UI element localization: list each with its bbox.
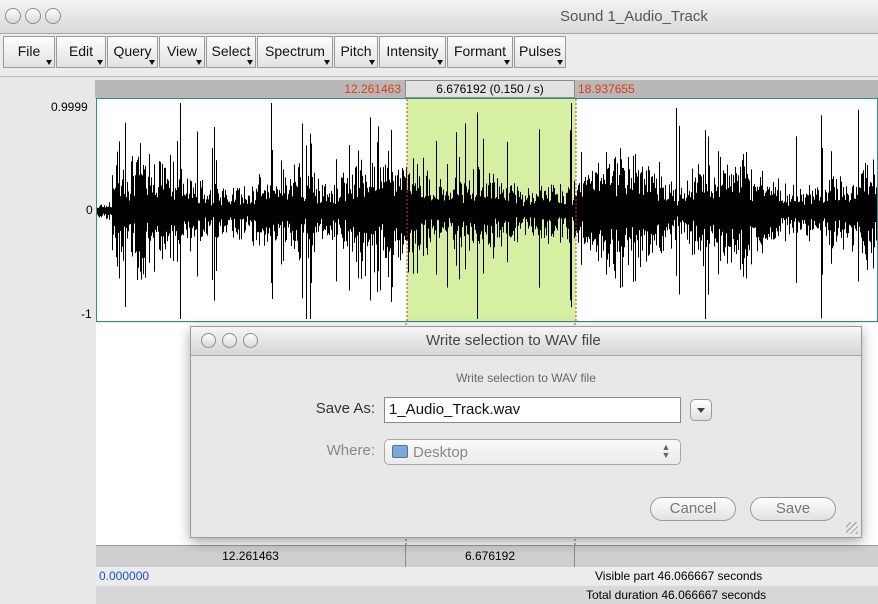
dropdown-arrow-icon (196, 60, 202, 65)
selection-bottom-bar: 12.261463 6.676192 (96, 545, 878, 567)
dialog-title: Write selection to WAV file (426, 332, 601, 349)
dropdown-arrow-icon (557, 60, 563, 65)
updown-arrows-icon: ▲ ▼ (661, 442, 671, 460)
dialog-subtitle: Write selection to WAV file (456, 371, 596, 385)
menu-bar: File Edit Query View Select Spectrum Pit… (0, 34, 878, 77)
y-axis-max-label: 0.9999 (51, 100, 88, 114)
menu-formant[interactable]: Formant (447, 36, 513, 68)
waveform-canvas (97, 99, 877, 321)
save-as-label: Save As: (315, 400, 375, 417)
dropdown-arrow-icon (247, 60, 253, 65)
dropdown-arrow-icon (504, 60, 510, 65)
bottom-start-time[interactable]: 12.261463 (96, 546, 406, 567)
dialog-title-bar: Write selection to WAV file (191, 327, 861, 356)
menu-view-label: View (166, 43, 198, 59)
where-label: Where: (326, 442, 375, 459)
y-axis-min-label: -1 (81, 307, 92, 321)
y-axis-zero-label: 0 (86, 203, 93, 217)
menu-pulses[interactable]: Pulses (514, 36, 566, 68)
save-as-input[interactable]: 1_Audio_Track.wav (384, 397, 681, 423)
resize-grip-icon[interactable] (846, 522, 858, 534)
menu-query[interactable]: Query (107, 36, 158, 68)
minimize-window-button[interactable] (25, 8, 41, 24)
folder-icon (392, 445, 408, 458)
menu-pulses-label: Pulses (518, 43, 562, 59)
expand-dialog-button[interactable] (690, 399, 712, 421)
dropdown-arrow-icon (46, 60, 52, 65)
menu-view[interactable]: View (159, 36, 205, 68)
left-margin (0, 98, 95, 604)
selection-start-time: 12.261463 (344, 82, 401, 96)
visible-part-bar: 0.000000 Visible part 46.066667 seconds (96, 567, 878, 585)
visible-start-time: 0.000000 (99, 569, 150, 583)
dropdown-arrow-icon (324, 60, 330, 65)
waveform-view[interactable] (96, 98, 878, 322)
close-window-button[interactable] (5, 8, 21, 24)
menu-spectrum-label: Spectrum (265, 43, 325, 59)
dialog-minimize-button[interactable] (222, 333, 237, 348)
menu-spectrum[interactable]: Spectrum (257, 36, 333, 68)
menu-intensity-label: Intensity (386, 43, 439, 59)
menu-intensity[interactable]: Intensity (379, 36, 446, 68)
menu-pitch-label: Pitch (340, 43, 372, 59)
menu-pitch[interactable]: Pitch (334, 36, 378, 68)
window-title-bar: Sound 1_Audio_Track (0, 0, 878, 34)
selection-end-time: 18.937655 (578, 82, 635, 96)
menu-edit-label: Edit (68, 43, 94, 59)
menu-file-label: File (17, 43, 41, 59)
bottom-duration[interactable]: 6.676192 (406, 546, 575, 567)
dialog-close-button[interactable] (201, 333, 216, 348)
dropdown-arrow-icon (437, 60, 443, 65)
visible-part-text[interactable]: Visible part 46.066667 seconds (595, 567, 762, 585)
dropdown-arrow-icon (149, 60, 155, 65)
menu-formant-label: Formant (453, 43, 507, 59)
selection-duration[interactable]: 6.676192 (0.150 / s) (405, 80, 575, 98)
menu-query-label: Query (113, 43, 152, 59)
menu-select[interactable]: Select (206, 36, 256, 68)
dropdown-arrow-icon (369, 60, 375, 65)
zoom-window-button[interactable] (45, 8, 61, 24)
dialog-zoom-button[interactable] (243, 333, 258, 348)
write-wav-dialog: Write selection to WAV file Write select… (190, 326, 862, 538)
menu-file[interactable]: File (3, 36, 55, 68)
window-title: Sound 1_Audio_Track (560, 8, 708, 25)
where-value: Desktop (413, 444, 469, 461)
total-duration-bar: Total duration 46.066667 seconds (96, 586, 878, 604)
where-select[interactable]: Desktop ▲ ▼ (384, 439, 681, 465)
dropdown-arrow-icon (97, 60, 103, 65)
menu-edit[interactable]: Edit (56, 36, 106, 68)
selection-time-bar: 12.261463 6.676192 (0.150 / s) 18.937655 (95, 80, 878, 98)
total-duration-text[interactable]: Total duration 46.066667 seconds (586, 586, 766, 604)
save-button[interactable]: Save (750, 497, 836, 521)
menu-select-label: Select (211, 43, 251, 59)
cancel-button[interactable]: Cancel (650, 497, 736, 521)
